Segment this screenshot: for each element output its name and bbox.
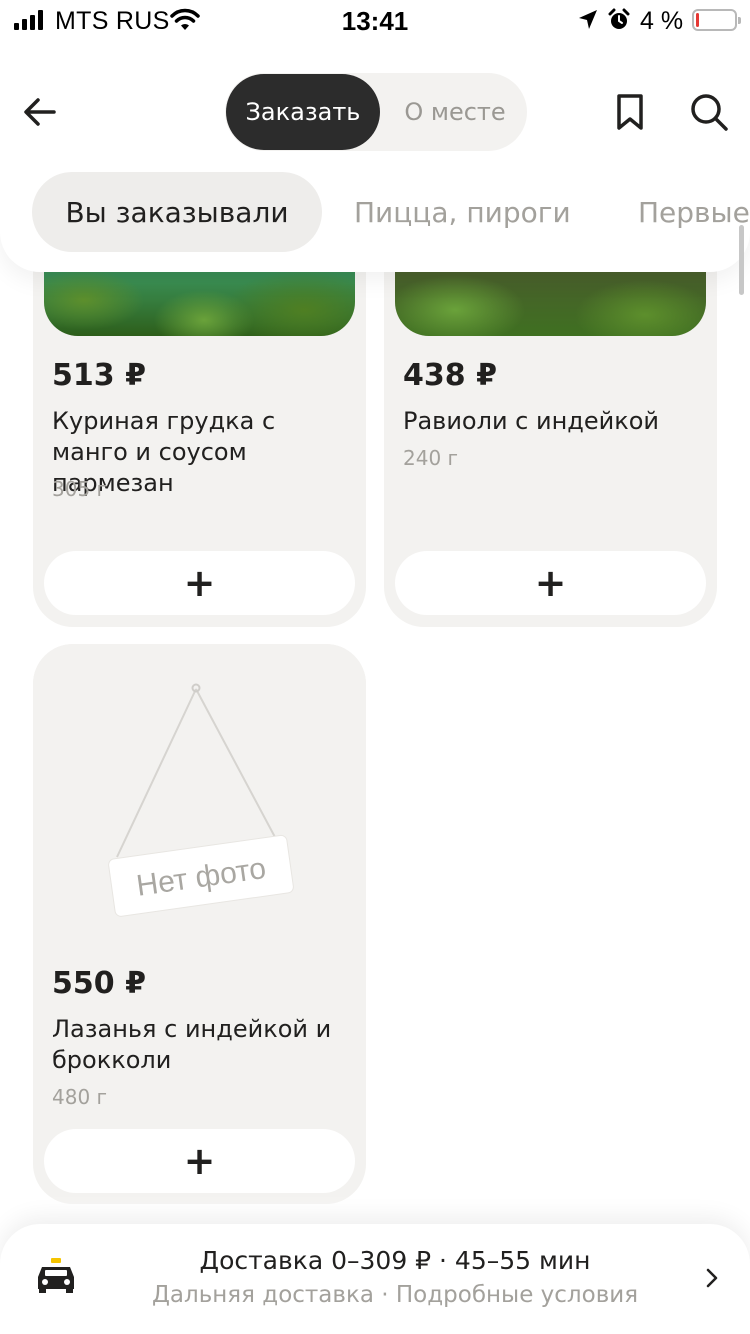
product-weight: 240 г (403, 446, 459, 470)
tab-order[interactable]: Заказать (226, 74, 380, 150)
category-ordered-before[interactable]: Вы заказывали (32, 172, 322, 252)
product-weight: 305 г (52, 477, 108, 501)
tab-about-place[interactable]: О месте (385, 74, 525, 150)
delivery-info-panel[interactable]: Доставка 0–309 ₽ · 45–55 мин Дальняя дос… (0, 1224, 750, 1334)
back-arrow-icon[interactable] (20, 92, 60, 132)
mode-switcher: Заказать О месте (225, 73, 527, 151)
add-to-cart-button[interactable]: + (395, 551, 706, 615)
battery-percent: 4 % (640, 7, 684, 35)
product-price: 513 ₽ (52, 358, 146, 393)
add-to-cart-button[interactable]: + (44, 551, 355, 615)
product-name: Равиоли с индейкой (403, 407, 660, 435)
delivery-details: Дальняя доставка · Подробные условия (151, 1282, 639, 1308)
product-card[interactable]: Нет фото 550 ₽ Лазанья с индейкой и брок… (33, 644, 366, 1204)
clock: 13:41 (341, 6, 409, 36)
category-tabs: Вы заказывали Пицца, пироги Первые (0, 172, 750, 252)
no-photo-sign-icon: Нет фото (33, 644, 366, 944)
bookmark-icon[interactable] (610, 92, 650, 132)
location-arrow-icon (579, 10, 597, 29)
product-price: 438 ₽ (403, 358, 497, 393)
delivery-summary: Доставка 0–309 ₽ · 45–55 мин (199, 1246, 591, 1275)
product-price: 550 ₽ (52, 966, 146, 1001)
scroll-indicator (739, 225, 744, 295)
chevron-right-icon[interactable] (704, 1266, 720, 1290)
category-pizza-pies[interactable]: Пицца, пироги (354, 172, 571, 252)
add-to-cart-button[interactable]: + (44, 1129, 355, 1193)
battery-icon (692, 9, 741, 31)
search-icon[interactable] (687, 90, 731, 134)
product-weight: 480 г (52, 1085, 108, 1109)
category-first-courses[interactable]: Первые (638, 172, 750, 252)
status-bar: MTS RUS 13:41 4 % (0, 0, 750, 42)
product-name: Лазанья с индейкой и брокколи (52, 1015, 332, 1074)
alarm-icon (608, 8, 630, 29)
